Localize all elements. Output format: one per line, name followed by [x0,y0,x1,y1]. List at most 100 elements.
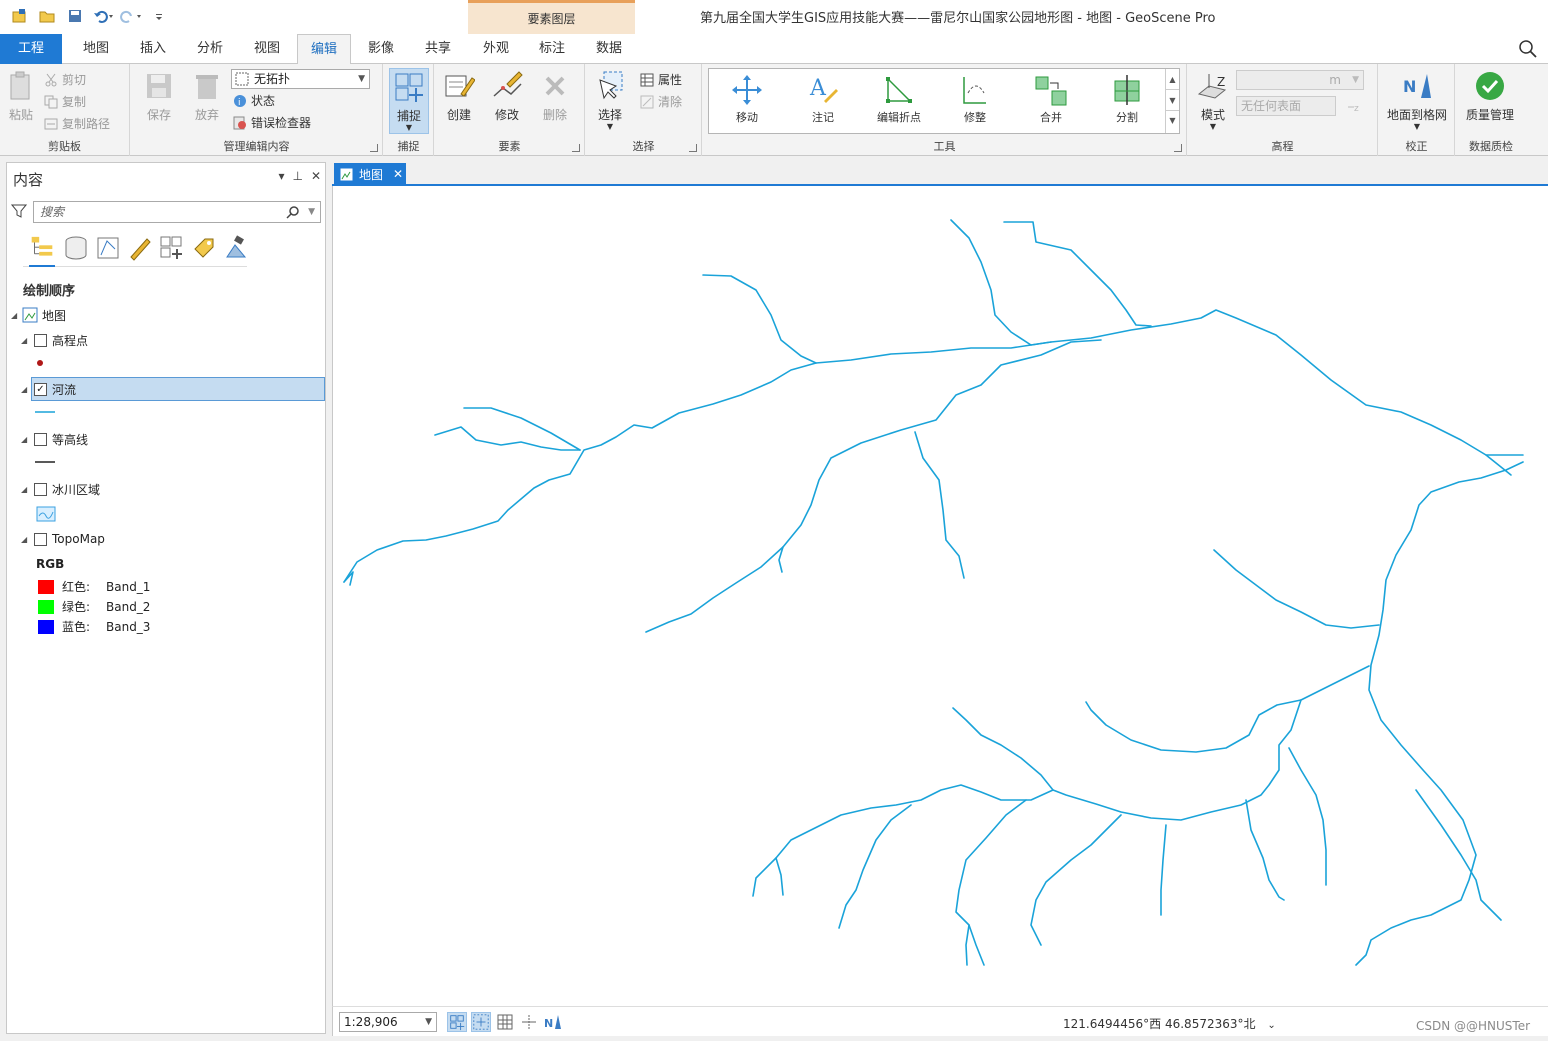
copy-button[interactable]: 复制 [44,92,86,112]
error-inspector-button[interactable]: 错误检查器 [233,113,311,133]
tab-project[interactable]: 工程 [0,34,62,64]
merge-tool[interactable]: 合并 [1019,73,1083,129]
manage-edits-launcher-icon[interactable] [370,144,378,152]
layer-visibility-checkbox[interactable] [34,333,47,347]
new-project-icon[interactable] [8,6,30,26]
expand-triangle-icon[interactable]: ◢ [21,435,27,444]
paste-button[interactable]: 粘贴 [2,68,40,132]
tab-insert[interactable]: 插入 [127,34,179,64]
move-arrows-icon [732,75,762,105]
map-canvas[interactable] [332,186,1548,1006]
map-scale-select[interactable]: 1:28,906 ▼ [339,1012,437,1032]
ground-to-grid-status-icon[interactable]: N [543,1012,563,1032]
gallery-expand-icon[interactable]: ▼ [1166,111,1179,131]
tab-map[interactable]: 地图 [70,34,122,64]
selection-launcher-icon[interactable] [689,144,697,152]
list-by-labeling-icon[interactable] [191,235,217,261]
tab-imagery[interactable]: 影像 [355,34,407,64]
clear-selection-button[interactable]: 清除 [640,92,682,112]
list-by-selection-icon[interactable] [95,235,121,261]
reshape-tool[interactable]: 修整 [943,73,1007,129]
grid-snap-toggle-icon[interactable] [471,1012,491,1032]
tools-launcher-icon[interactable] [1174,144,1182,152]
annotation-tool[interactable]: A 注记 [791,73,855,129]
tab-view[interactable]: 视图 [241,34,293,64]
toc-layer-row[interactable]: ◢ 等高线 [7,427,325,451]
snapping-button[interactable]: 捕捉 ▼ [389,68,429,134]
list-by-drawing-order-icon[interactable] [29,235,55,267]
pin-icon[interactable]: ⊥ [292,169,302,183]
pane-menu-icon[interactable]: ▾ [278,169,284,183]
attributes-label: 属性 [658,73,683,87]
save-project-icon[interactable] [64,6,86,26]
gallery-scroll-up-icon[interactable]: ▲ [1166,69,1179,90]
constraints-icon[interactable] [519,1012,539,1032]
undo-icon[interactable] [92,6,114,26]
elevation-mode-button[interactable]: Z 模式 ▼ [1190,68,1236,132]
tab-edit[interactable]: 编辑 [297,34,351,65]
select-button[interactable]: 选择 ▼ [588,68,632,132]
glacier-polygon-symbol-icon [36,506,56,522]
search-icon[interactable] [1518,39,1538,59]
layer-visibility-checkbox[interactable] [34,482,47,496]
ground-to-grid-button[interactable]: N 地面到格网 ▼ [1383,68,1451,132]
gallery-scroll-down-icon[interactable]: ▼ [1166,90,1179,111]
search-icon[interactable] [286,205,300,219]
cut-button[interactable]: 剪切 [44,70,86,90]
list-by-editing-icon[interactable] [127,235,153,261]
tab-data[interactable]: 数据 [583,34,635,64]
gallery-scrollbar[interactable]: ▲ ▼ ▼ [1165,69,1179,133]
layer-visibility-checkbox[interactable] [34,532,47,546]
close-icon[interactable]: ✕ [393,167,403,181]
grid-icon[interactable] [495,1012,515,1032]
contents-pane: 内容 ▾ ⊥ ✕ 搜索 ▼ 绘制顺序 ◢ 地图 ◢ 高程点 ✓ 河流 ◢ ◢ 等… [6,162,326,1034]
tab-analysis[interactable]: 分析 [184,34,236,64]
expand-triangle-icon[interactable]: ◢ [21,535,27,544]
discard-edits-button[interactable]: 放弃 [183,68,231,132]
green-swatch [38,599,54,614]
save-edits-button[interactable]: 保存 [135,68,183,132]
copy-path-button[interactable]: 复制路径 [44,114,110,134]
toc-layer-row[interactable]: ◢ 高程点 [7,328,325,352]
contents-search-input[interactable]: 搜索 ▼ [33,201,321,223]
move-tool[interactable]: 移动 [715,73,779,129]
delete-button[interactable]: 删除 [531,68,579,132]
layer-visibility-checkbox[interactable] [34,432,47,446]
snapping-toggle-icon[interactable] [447,1012,467,1032]
list-by-perspective-imagery-icon[interactable] [223,235,249,261]
split-tool[interactable]: 分割 [1095,73,1159,129]
status-button[interactable]: i 状态 [233,91,275,111]
quick-access-toolbar [8,6,170,26]
topology-select[interactable]: 无拓扑 ▼ [231,69,370,89]
tab-appearance[interactable]: 外观 [470,34,522,64]
list-by-snapping-icon[interactable] [159,235,185,261]
expand-triangle-icon[interactable]: ◢ [21,336,27,345]
toc-layer-row[interactable]: ◢ TopoMap [7,527,325,551]
expand-triangle-icon[interactable]: ◢ [21,485,27,494]
open-project-icon[interactable] [36,6,58,26]
redo-icon[interactable] [120,6,142,26]
list-by-data-source-icon[interactable] [63,235,89,261]
modify-button[interactable]: 修改 [483,68,531,132]
edit-vertices-icon [886,77,912,103]
customize-qat-icon[interactable] [148,6,170,26]
edit-vertices-tool[interactable]: 编辑折点 [867,73,931,129]
map-view-tab[interactable]: 地图 ✕ [334,163,406,185]
search-options-chevron-icon[interactable]: ▼ [308,202,315,222]
features-launcher-icon[interactable] [572,144,580,152]
filter-icon[interactable] [11,203,27,219]
tab-share[interactable]: 共享 [412,34,464,64]
toc-layer-row[interactable]: ◢ 冰川区域 [7,477,325,501]
expand-triangle-icon[interactable]: ◢ [11,311,17,320]
coordinate-format-chevron-icon[interactable]: ⌄ [1267,1020,1275,1031]
quality-management-button[interactable]: 质量管理 [1458,68,1522,132]
expand-triangle-icon[interactable]: ◢ [21,385,27,394]
toc-layer-row-selected[interactable]: ✓ 河流 [31,377,325,401]
tab-labeling[interactable]: 标注 [526,34,578,64]
create-button[interactable]: 创建 [435,68,483,132]
close-icon[interactable]: ✕ [311,169,321,183]
toc-map-row[interactable]: ◢ 地图 [7,303,325,327]
cut-label: 剪切 [62,73,87,87]
attributes-button[interactable]: 属性 [640,70,682,90]
layer-visibility-checkbox-checked[interactable]: ✓ [34,382,47,396]
